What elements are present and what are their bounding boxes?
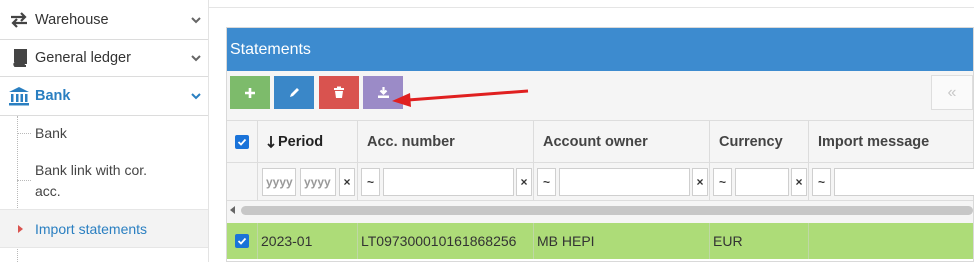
active-caret-icon bbox=[18, 225, 23, 233]
cell-currency: EUR bbox=[710, 223, 809, 259]
filter-cell-import-message: ~ bbox=[809, 163, 974, 200]
sidebar-item-label: Warehouse bbox=[35, 11, 109, 28]
panel-title: Statements bbox=[227, 28, 973, 71]
column-header-label: Currency bbox=[719, 133, 783, 150]
period-from-input[interactable]: yyyy bbox=[262, 168, 296, 196]
bank-icon bbox=[8, 86, 30, 106]
trash-icon bbox=[334, 86, 344, 98]
filter-operator[interactable]: ~ bbox=[537, 168, 556, 196]
row-select-cell bbox=[227, 223, 258, 259]
column-header-label: Account owner bbox=[543, 133, 648, 150]
horizontal-scrollbar[interactable] bbox=[227, 201, 973, 223]
column-header-acc-number[interactable]: Acc. number bbox=[358, 121, 534, 162]
filter-cell-empty bbox=[227, 163, 258, 200]
clear-filter-button[interactable]: × bbox=[516, 168, 532, 196]
column-header-import-message[interactable]: Import message bbox=[809, 121, 974, 162]
pager-prev-button[interactable]: « bbox=[931, 75, 973, 110]
sidebar-item-bank[interactable]: Bank bbox=[0, 77, 208, 116]
sidebar-item-warehouse[interactable]: Warehouse bbox=[0, 0, 208, 40]
book-icon bbox=[8, 49, 30, 67]
filter-operator[interactable]: ~ bbox=[713, 168, 732, 196]
sidebar-subitem-bank-link[interactable]: Bank link with cor. acc. bbox=[0, 150, 208, 210]
delete-button[interactable] bbox=[319, 76, 359, 109]
table-row[interactable]: 2023-01 LT097300010161868256 MB HEPI EUR bbox=[227, 223, 973, 259]
sidebar: Warehouse General ledger Bank Bank Bank … bbox=[0, 0, 209, 262]
sidebar-item-general-ledger[interactable]: General ledger bbox=[0, 40, 208, 77]
column-header-period[interactable]: Period bbox=[258, 121, 358, 162]
filter-cell-currency: ~ × bbox=[710, 163, 809, 200]
column-header-label: Period bbox=[278, 133, 324, 150]
sidebar-item-label: Bank bbox=[35, 88, 71, 104]
sidebar-subitem-import-statements[interactable]: Import statements bbox=[0, 210, 208, 248]
tree-branch bbox=[17, 180, 31, 181]
row-checkbox[interactable] bbox=[235, 234, 249, 248]
column-header-label: Import message bbox=[818, 133, 930, 150]
chevron-down-icon bbox=[191, 55, 201, 62]
sidebar-subitem-label: Bank link with cor. acc. bbox=[35, 162, 148, 199]
filter-operator[interactable]: ~ bbox=[812, 168, 831, 196]
cell-period: 2023-01 bbox=[258, 223, 358, 259]
sidebar-subitem-label: Import statements bbox=[35, 221, 148, 237]
cell-import-message bbox=[809, 223, 974, 259]
select-all-cell bbox=[227, 121, 258, 162]
check-icon bbox=[237, 138, 247, 146]
filter-cell-period: yyyy yyyy × bbox=[258, 163, 358, 200]
select-all-checkbox[interactable] bbox=[235, 134, 249, 149]
statements-panel: Statements « Period Acc. number Account … bbox=[226, 27, 974, 262]
pencil-icon bbox=[289, 88, 299, 97]
period-to-input[interactable]: yyyy bbox=[300, 168, 336, 196]
annotation-arrow-icon bbox=[392, 89, 529, 107]
sort-desc-icon bbox=[267, 135, 275, 148]
check-icon bbox=[237, 237, 247, 245]
chevron-down-icon bbox=[191, 16, 201, 23]
currency-filter-input[interactable] bbox=[735, 168, 789, 196]
clear-filter-button[interactable]: × bbox=[791, 168, 807, 196]
filter-operator[interactable]: ~ bbox=[361, 168, 380, 196]
tree-branch bbox=[17, 133, 31, 134]
account-owner-filter-input[interactable] bbox=[559, 168, 690, 196]
top-divider bbox=[209, 0, 974, 8]
column-header-label: Acc. number bbox=[367, 133, 455, 150]
acc-number-filter-input[interactable] bbox=[383, 168, 514, 196]
scroll-left-icon[interactable] bbox=[230, 206, 235, 214]
filter-row: yyyy yyyy × ~ × ~ × ~ × ~ bbox=[227, 163, 974, 201]
statements-grid: Period Acc. number Account owner Currenc… bbox=[227, 120, 974, 261]
download-icon bbox=[377, 87, 389, 98]
chevron-down-icon bbox=[191, 93, 201, 100]
column-header-account-owner[interactable]: Account owner bbox=[534, 121, 710, 162]
plus-icon bbox=[245, 87, 255, 98]
clear-filter-button[interactable]: × bbox=[339, 168, 355, 196]
add-button[interactable] bbox=[230, 76, 270, 109]
sidebar-subitem-bank[interactable]: Bank bbox=[0, 116, 208, 150]
filter-cell-account-owner: ~ × bbox=[534, 163, 710, 200]
clear-filter-button[interactable]: × bbox=[692, 168, 708, 196]
cell-account-owner: MB HEPI bbox=[534, 223, 710, 259]
edit-button[interactable] bbox=[274, 76, 314, 109]
filter-cell-acc-number: ~ × bbox=[358, 163, 534, 200]
scrollbar-thumb[interactable] bbox=[241, 206, 973, 215]
sidebar-item-label: General ledger bbox=[35, 50, 131, 66]
sidebar-subitem-label: Bank bbox=[35, 125, 67, 141]
header-row: Period Acc. number Account owner Currenc… bbox=[227, 120, 973, 163]
import-message-filter-input[interactable] bbox=[834, 168, 974, 196]
cell-acc-number: LT097300010161868256 bbox=[358, 223, 534, 259]
transfer-icon bbox=[8, 11, 30, 28]
column-header-currency[interactable]: Currency bbox=[710, 121, 809, 162]
